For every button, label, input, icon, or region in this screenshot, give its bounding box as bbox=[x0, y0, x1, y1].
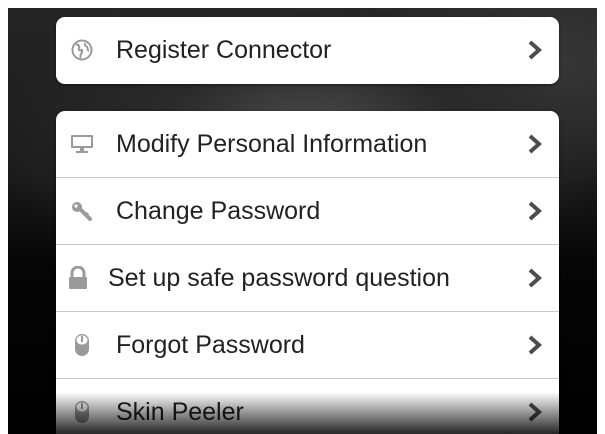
menu-item-label: Modify Personal Information bbox=[116, 129, 428, 158]
menu-item-register-connector[interactable]: Register Connector bbox=[56, 17, 559, 83]
lock-icon bbox=[66, 266, 90, 290]
chevron-right-icon bbox=[528, 268, 543, 288]
register-connector-card: Register Connector bbox=[56, 17, 559, 84]
chevron-right-icon bbox=[528, 134, 543, 154]
frame-right bbox=[597, 0, 605, 434]
frame-top bbox=[0, 0, 605, 8]
menu-item-label: Set up safe password question bbox=[108, 263, 450, 292]
menu-item-label: Change Password bbox=[116, 196, 321, 225]
menu-item-forgot-password[interactable]: Forgot Password bbox=[56, 312, 559, 379]
menu-item-skin-peeler[interactable]: Skin Peeler bbox=[56, 379, 559, 434]
chevron-right-icon bbox=[528, 201, 543, 221]
chevron-right-icon bbox=[528, 335, 543, 355]
menu-item-safe-password-question[interactable]: Set up safe password question bbox=[56, 245, 559, 312]
chevron-right-icon bbox=[528, 40, 543, 60]
menu-item-label: Forgot Password bbox=[116, 330, 305, 359]
menu-item-modify-personal-information[interactable]: Modify Personal Information bbox=[56, 111, 559, 178]
monitor-icon bbox=[70, 132, 94, 156]
key-icon bbox=[70, 199, 94, 223]
mouse-icon bbox=[70, 333, 94, 357]
frame-left bbox=[0, 0, 8, 434]
mouse-icon bbox=[70, 400, 94, 424]
chevron-right-icon bbox=[528, 402, 543, 422]
menu-item-change-password[interactable]: Change Password bbox=[56, 178, 559, 245]
menu-item-label: Skin Peeler bbox=[116, 397, 244, 426]
globe-icon bbox=[70, 38, 94, 62]
menu-item-label: Register Connector bbox=[116, 35, 332, 64]
settings-menu-card: Modify Personal Information Change Passw… bbox=[56, 111, 559, 434]
